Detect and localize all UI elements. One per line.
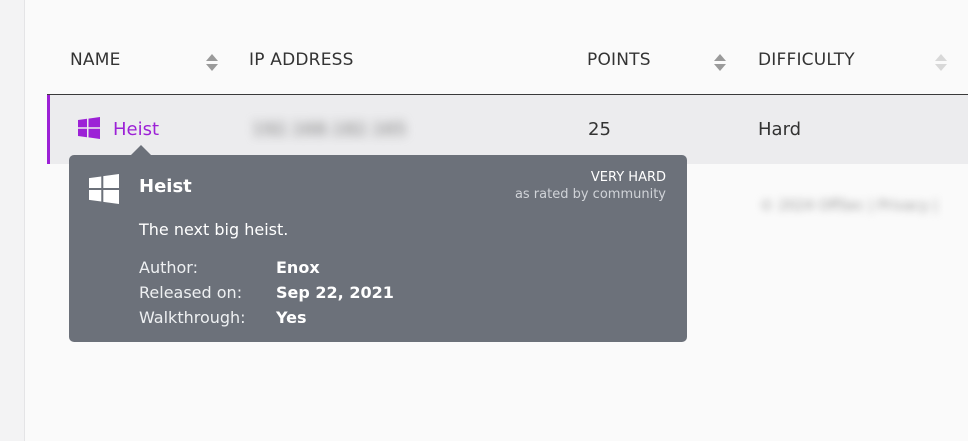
tooltip-description: The next big heist. [139,220,289,239]
column-header-difficulty[interactable]: DIFFICULTY [758,50,855,70]
tooltip-arrow [131,145,151,155]
rating-source: as rated by community [514,187,666,202]
author-label: Author: [139,258,198,277]
author-value: Enox [276,258,320,277]
points-value: 25 [588,119,611,140]
ip-address: 192.168.182.165 [252,119,407,140]
column-header-points[interactable]: POINTS [587,50,651,70]
table-header: NAME IP ADDRESS POINTS DIFFICULTY [47,40,968,95]
released-label: Released on: [139,283,243,302]
tooltip-title: Heist [139,176,192,197]
walkthrough-value: Yes [276,308,307,327]
column-header-name[interactable]: NAME [70,50,121,70]
released-value: Sep 22, 2021 [276,283,394,302]
community-rating: VERY HARD [590,170,666,185]
machine-tooltip: Heist VERY HARD as rated by community Th… [69,155,687,342]
walkthrough-label: Walkthrough: [139,308,246,327]
sort-points-icon[interactable] [714,54,726,72]
table-row[interactable]: Heist 192.168.182.165 25 Hard [47,95,968,164]
sort-difficulty-icon[interactable] [935,54,947,72]
windows-icon [89,174,119,204]
difficulty-value: Hard [758,119,802,140]
column-header-ip: IP ADDRESS [249,50,354,70]
footer-text: © 2024 OffSec | Privacy | [760,198,938,214]
sort-name-icon[interactable] [206,54,218,72]
windows-icon [78,117,100,139]
machine-name-link[interactable]: Heist [113,119,159,140]
